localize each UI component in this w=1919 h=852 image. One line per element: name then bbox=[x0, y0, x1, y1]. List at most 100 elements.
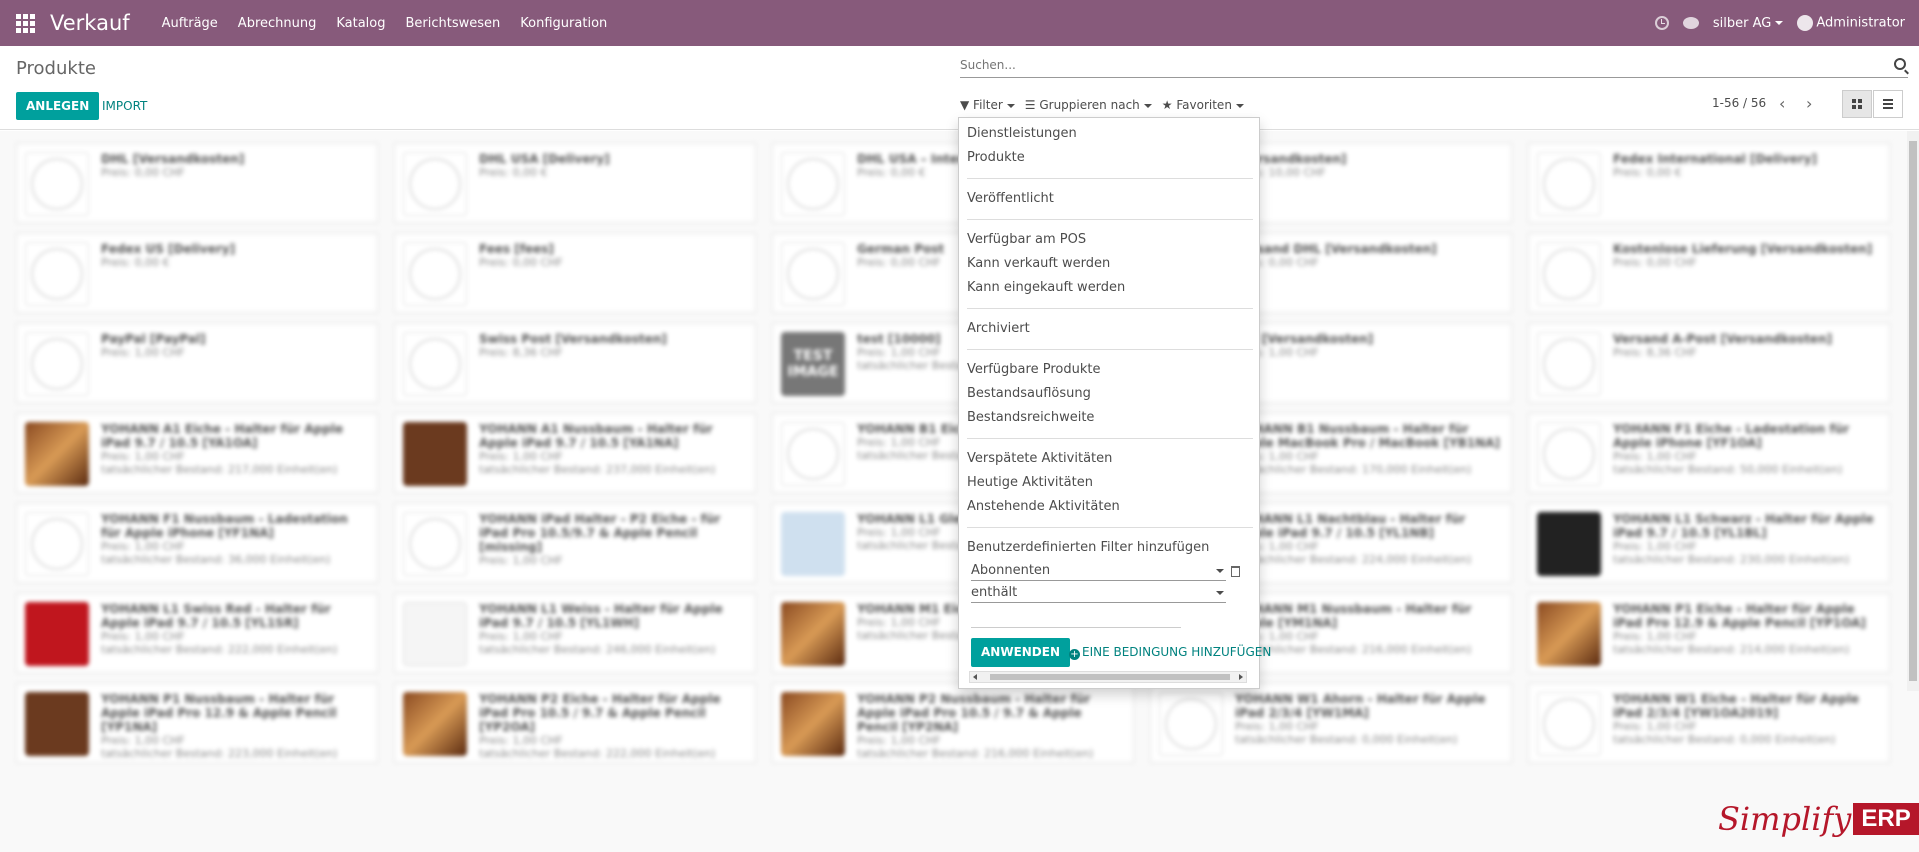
product-stock: tatsächlicher Bestand: 222,000 Einheit(e… bbox=[101, 643, 338, 656]
custom-filter-toggle[interactable]: Benutzerdefinierten Filter hinzufügen bbox=[967, 540, 1209, 555]
product-price: Preis: 0,00 CHF bbox=[101, 166, 185, 179]
search-input[interactable] bbox=[960, 54, 1860, 76]
product-stock: tatsächlicher Bestand: 224,000 Einheit(e… bbox=[1235, 553, 1472, 566]
product-image bbox=[403, 692, 467, 756]
product-card[interactable]: YOHANN P2 Eiche - Halter für Apple iPad … bbox=[394, 683, 756, 763]
filter-kann-verkauft[interactable]: Kann verkauft werden bbox=[967, 256, 1110, 271]
product-stock: tatsächlicher Bestand: 216,000 Einheit(e… bbox=[857, 747, 1094, 760]
groupby-toggle[interactable]: ☰ Gruppieren nach bbox=[1025, 98, 1152, 112]
list-icon bbox=[1883, 99, 1893, 109]
product-name: PayPal [PayPal] bbox=[101, 332, 206, 346]
favorites-toggle[interactable]: ★ Favoriten bbox=[1162, 98, 1244, 112]
filter-toggle[interactable]: ▼ Filter bbox=[960, 98, 1015, 112]
filter-kann-eingekauft[interactable]: Kann eingekauft werden bbox=[967, 280, 1125, 295]
product-price: Preis: 1,00 CHF bbox=[1235, 450, 1319, 463]
filter-archiviert[interactable]: Archiviert bbox=[967, 321, 1030, 336]
product-card[interactable]: DHL [Versandkosten] Preis: 0,00 CHF bbox=[16, 143, 378, 223]
apps-menu-icon[interactable] bbox=[0, 0, 50, 46]
product-price: Preis: 0,00 € bbox=[1613, 166, 1682, 179]
filter-verfuegbar-pos[interactable]: Verfügbar am POS bbox=[967, 232, 1086, 247]
product-card[interactable]: YOHANN L1 Schwarz - Halter für Apple iPa… bbox=[1528, 503, 1890, 583]
product-stock: tatsächlicher Bestand: 50,000 Einheit(en… bbox=[1613, 463, 1843, 476]
custom-filter-operator-select[interactable]: enthält bbox=[971, 585, 1226, 603]
apply-filter-button[interactable]: ANWENDEN bbox=[971, 638, 1071, 667]
pager-previous-icon[interactable]: ‹ bbox=[1779, 94, 1785, 113]
filter-bestandsreichweite[interactable]: Bestandsreichweite bbox=[967, 410, 1094, 425]
filter-bestandsaufloesung[interactable]: Bestandsauflösung bbox=[967, 386, 1091, 401]
product-card[interactable]: YOHANN iPad Halter - P2 Eiche - für iPad… bbox=[394, 503, 756, 583]
menu-auftraege[interactable]: Aufträge bbox=[162, 16, 218, 31]
product-card[interactable]: Fedex US [Delivery] Preis: 0,00 € bbox=[16, 233, 378, 313]
product-card[interactable]: YOHANN L1 Weiss - Halter für Apple iPad … bbox=[394, 593, 756, 673]
pager-next-icon[interactable]: › bbox=[1806, 94, 1812, 113]
product-card[interactable]: Fedex International [Delivery] Preis: 0,0… bbox=[1528, 143, 1890, 223]
menu-katalog[interactable]: Katalog bbox=[336, 16, 385, 31]
search-icon[interactable] bbox=[1894, 58, 1906, 70]
product-price: Preis: 1,00 CHF bbox=[101, 540, 185, 553]
vertical-scrollbar[interactable] bbox=[1907, 131, 1919, 691]
menu-konfiguration[interactable]: Konfiguration bbox=[520, 16, 607, 31]
trash-icon[interactable] bbox=[1231, 566, 1240, 577]
add-condition-button[interactable]: + EINE BEDINGUNG HINZUFÜGEN bbox=[1069, 645, 1271, 660]
product-price: Preis: 0,00 € bbox=[101, 256, 170, 269]
import-button[interactable]: IMPORT bbox=[102, 92, 147, 120]
custom-filter-field-select[interactable]: Abonnenten bbox=[971, 563, 1226, 581]
search-options: ▼ Filter ☰ Gruppieren nach ★ Favoriten bbox=[960, 98, 1254, 112]
product-card[interactable]: Kostenlose Lieferung [Versandkosten] Prei… bbox=[1528, 233, 1890, 313]
product-card[interactable]: YOHANN P2 Nussbaum - Halter für Apple iP… bbox=[772, 683, 1134, 763]
product-name: Fees [fees] bbox=[479, 242, 554, 256]
product-image bbox=[403, 152, 467, 216]
kanban-view-button[interactable] bbox=[1842, 90, 1872, 118]
product-name: YOHANN P2 Nussbaum - Halter für Apple iP… bbox=[857, 692, 1091, 734]
chevron-down-icon bbox=[1143, 103, 1152, 108]
activity-clock-icon[interactable] bbox=[1654, 16, 1669, 30]
product-card[interactable]: YOHANN F1 Eiche - Ladestation für Apple … bbox=[1528, 413, 1890, 493]
filter-heutige-aktivitaeten[interactable]: Heutige Aktivitäten bbox=[967, 475, 1093, 490]
product-stock: tatsächlicher Bestand: 170,000 Einheit(e… bbox=[1235, 463, 1472, 476]
product-card[interactable]: YOHANN P1 Eiche - Halter für Apple iPad … bbox=[1528, 593, 1890, 673]
pager-value[interactable]: 1-56 / 56 bbox=[1712, 96, 1766, 110]
product-image bbox=[25, 422, 89, 486]
custom-filter-value-input[interactable] bbox=[971, 627, 1181, 628]
product-stock: tatsächlicher Bestand: 214,000 Einheit(e… bbox=[1613, 643, 1850, 656]
product-name: YOHANN F1 Eiche - Ladestation für Apple … bbox=[1613, 422, 1850, 450]
product-image bbox=[1537, 152, 1601, 216]
product-card[interactable]: YOHANN W1 Eiche - Halter für Apple iPad … bbox=[1528, 683, 1890, 763]
product-card[interactable]: YOHANN A1 Eiche - Halter für Apple iPad … bbox=[16, 413, 378, 493]
menu-abrechnung[interactable]: Abrechnung bbox=[238, 16, 317, 31]
list-view-button[interactable] bbox=[1873, 90, 1903, 118]
product-card[interactable]: YOHANN P1 Nussbaum - Halter für Apple iP… bbox=[16, 683, 378, 763]
kanban-icon bbox=[1852, 99, 1862, 109]
product-card[interactable]: Swiss Post [Versandkosten] Preis: 8,36 CH… bbox=[394, 323, 756, 403]
user-menu[interactable]: Administrator bbox=[1797, 15, 1905, 31]
product-stock: tatsächlicher Bestand: 223,000 Einheit(e… bbox=[101, 747, 338, 760]
product-image bbox=[1537, 242, 1601, 306]
product-card[interactable]: YOHANN A1 Nussbaum - Halter für Apple iP… bbox=[394, 413, 756, 493]
messaging-chat-icon[interactable] bbox=[1682, 17, 1699, 29]
product-card[interactable]: Versand A-Post [Versandkosten] Preis: 8,3… bbox=[1528, 323, 1890, 403]
product-card[interactable]: DHL USA [Delivery] Preis: 0,00 € bbox=[394, 143, 756, 223]
product-card[interactable]: YOHANN W1 Ahorn - Halter für Apple iPad … bbox=[1150, 683, 1512, 763]
product-stock: tatsächlicher Bestand: 222,000 Einheit(e… bbox=[479, 747, 716, 760]
filter-veroeffentlicht[interactable]: Veröffentlicht bbox=[967, 191, 1054, 206]
create-button[interactable]: ANLEGEN bbox=[16, 92, 100, 120]
menu-berichtswesen[interactable]: Berichtswesen bbox=[406, 16, 501, 31]
product-card[interactable]: YOHANN F1 Nussbaum - Ladestation für App… bbox=[16, 503, 378, 583]
filter-verspaetete-aktivitaeten[interactable]: Verspätete Aktivitäten bbox=[967, 451, 1112, 466]
favorites-label: Favoriten bbox=[1176, 98, 1232, 112]
filter-verfuegbare-produkte[interactable]: Verfügbare Produkte bbox=[967, 362, 1100, 377]
horizontal-scrollbar[interactable] bbox=[969, 671, 1247, 683]
product-name: Kostenlose Lieferung [Versandkosten] bbox=[1613, 242, 1873, 256]
product-card[interactable]: YOHANN L1 Swiss Red - Halter für Apple i… bbox=[16, 593, 378, 673]
filter-dienstleistungen[interactable]: Dienstleistungen bbox=[967, 126, 1077, 141]
product-card[interactable]: PayPal [PayPal] Preis: 1,00 CHF bbox=[16, 323, 378, 403]
filter-anstehende-aktivitaeten[interactable]: Anstehende Aktivitäten bbox=[967, 499, 1120, 514]
filter-dropdown: Dienstleistungen Produkte Veröffentlicht… bbox=[958, 117, 1271, 689]
product-image bbox=[1537, 422, 1601, 486]
product-name: Versand A-Post [Versandkosten] bbox=[1613, 332, 1833, 346]
product-card[interactable]: Fees [fees] Preis: 0,00 CHF bbox=[394, 233, 756, 313]
company-switcher[interactable]: silber AG bbox=[1713, 16, 1784, 31]
filter-produkte[interactable]: Produkte bbox=[967, 150, 1025, 165]
product-price: Preis: 8,36 CHF bbox=[1613, 346, 1697, 359]
product-price: Preis: 1,00 CHF bbox=[1613, 630, 1697, 643]
